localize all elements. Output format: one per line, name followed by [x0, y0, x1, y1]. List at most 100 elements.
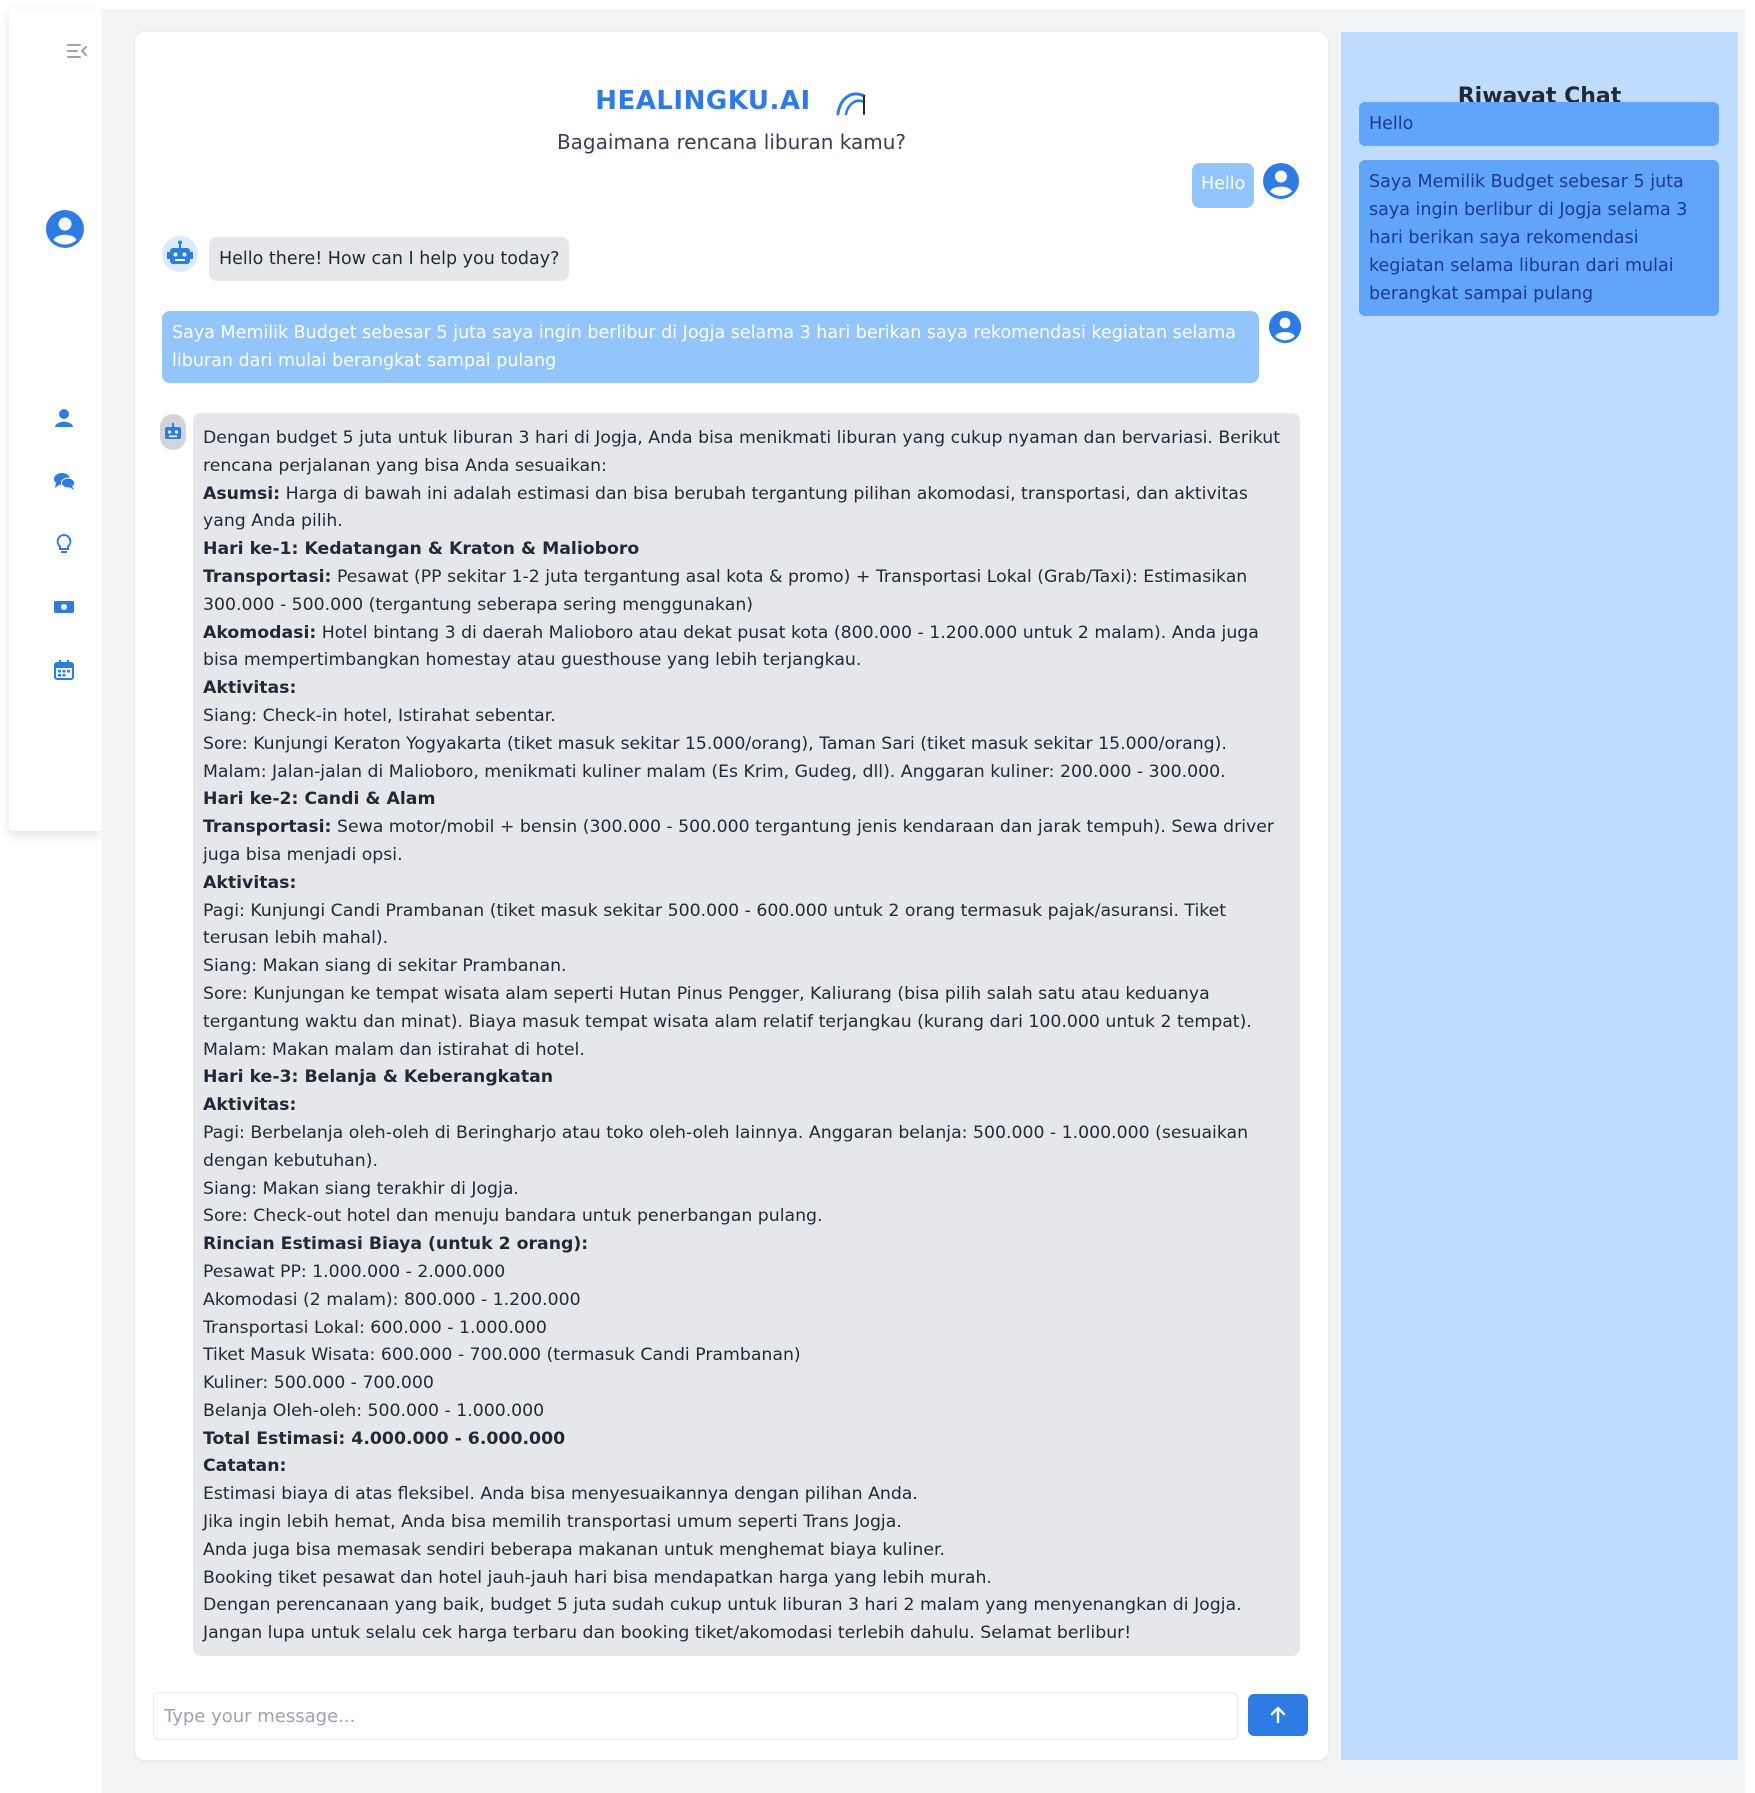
- response-line: Hari ke-1: Kedatangan & Kraton & Maliobo…: [203, 536, 1290, 564]
- user-avatar-icon: [1262, 162, 1300, 204]
- response-line-text: Transportasi Lokal: 600.000 - 1.000.000: [203, 1317, 547, 1338]
- brand: HEALINGKU.AI: [135, 84, 1328, 118]
- response-line: Hari ke-3: Belanja & Keberangkatan: [203, 1064, 1290, 1092]
- message-input[interactable]: [153, 1692, 1238, 1740]
- response-line-text: Pesawat (PP sekitar 1-2 juta tergantung …: [203, 566, 1248, 615]
- history-item[interactable]: Hello: [1359, 102, 1719, 146]
- user-icon: [55, 409, 73, 427]
- response-line-heading: Akomodasi:: [203, 622, 317, 643]
- response-line-text: Siang: Check-in hotel, Istirahat sebenta…: [203, 705, 556, 726]
- bot-avatar-icon: [160, 414, 186, 454]
- sidebar-item-budget[interactable]: [53, 596, 75, 618]
- response-line: Dengan budget 5 juta untuk liburan 3 har…: [203, 425, 1290, 481]
- response-line: Dengan perencanaan yang baik, budget 5 j…: [203, 1592, 1290, 1648]
- response-line-text: Kuliner: 500.000 - 700.000: [203, 1373, 434, 1394]
- response-line: Catatan:: [203, 1453, 1290, 1481]
- response-line: Estimasi biaya di atas fleksibel. Anda b…: [203, 1481, 1290, 1509]
- response-line-text: Belanja Oleh-oleh: 500.000 - 1.000.000: [203, 1400, 545, 1421]
- send-button[interactable]: [1248, 1694, 1308, 1736]
- response-line: Hari ke-2: Candi & Alam: [203, 786, 1290, 814]
- message-composer: [153, 1692, 1308, 1740]
- response-line: Sore: Kunjungan ke tempat wisata alam se…: [203, 981, 1290, 1037]
- response-line-text: Dengan budget 5 juta untuk liburan 3 har…: [203, 428, 1280, 476]
- response-line-heading: Catatan:: [203, 1456, 287, 1477]
- money-icon: [54, 601, 74, 613]
- response-line: Aktivitas:: [203, 870, 1290, 898]
- response-line-heading: Aktivitas:: [203, 872, 297, 893]
- arrow-up-icon: [1270, 1706, 1286, 1724]
- response-line-text: Malam: Jalan-jalan di Malioboro, menikma…: [203, 761, 1226, 782]
- user-message: Saya Memilik Budget sebesar 5 juta saya …: [162, 311, 1259, 383]
- response-line-text: Harga di bawah ini adalah estimasi dan b…: [203, 483, 1248, 532]
- menu-collapse-icon[interactable]: [66, 42, 88, 60]
- response-line: Asumsi: Harga di bawah ini adalah estima…: [203, 481, 1290, 537]
- user-avatar-icon: [1268, 310, 1302, 348]
- response-line-text: Pesawat PP: 1.000.000 - 2.000.000: [203, 1261, 506, 1282]
- response-line: Sore: Kunjungi Keraton Yogyakarta (tiket…: [203, 731, 1290, 759]
- response-line-text: Sore: Kunjungi Keraton Yogyakarta (tiket…: [203, 733, 1227, 754]
- sidebar-item-chat[interactable]: [53, 470, 75, 492]
- response-line-text: Malam: Makan malam dan istirahat di hote…: [203, 1039, 585, 1060]
- response-line: Jika ingin lebih hemat, Anda bisa memili…: [203, 1509, 1290, 1537]
- response-line-heading: Aktivitas:: [203, 1095, 297, 1116]
- response-line-heading: Rincian Estimasi Biaya (untuk 2 orang):: [203, 1234, 589, 1255]
- response-line-heading: Total Estimasi: 4.000.000 - 6.000.000: [203, 1428, 566, 1449]
- response-line-heading: Aktivitas:: [203, 678, 297, 699]
- response-line: Sore: Check-out hotel dan menuju bandara…: [203, 1203, 1290, 1231]
- response-line: Rincian Estimasi Biaya (untuk 2 orang):: [203, 1231, 1290, 1259]
- lightbulb-icon: [56, 533, 72, 553]
- response-line-text: Sore: Kunjungan ke tempat wisata alam se…: [203, 983, 1252, 1032]
- response-line-text: Siang: Makan siang terakhir di Jogja.: [203, 1178, 519, 1199]
- response-line: Kuliner: 500.000 - 700.000: [203, 1370, 1290, 1398]
- sidebar: [9, 9, 102, 831]
- response-line: Total Estimasi: 4.000.000 - 6.000.000: [203, 1426, 1290, 1454]
- response-line: Akomodasi (2 malam): 800.000 - 1.200.000: [203, 1287, 1290, 1315]
- response-line-heading: Asumsi:: [203, 483, 281, 504]
- response-line-heading: Transportasi:: [203, 817, 332, 838]
- response-line: Tiket Masuk Wisata: 600.000 - 700.000 (t…: [203, 1342, 1290, 1370]
- calendar-icon: [54, 660, 74, 680]
- response-line-text: Jika ingin lebih hemat, Anda bisa memili…: [203, 1512, 902, 1533]
- response-line: Akomodasi: Hotel bintang 3 di daerah Mal…: [203, 620, 1290, 676]
- response-line-text: Anda juga bisa memasak sendiri beberapa …: [203, 1539, 945, 1560]
- history-item[interactable]: Saya Memilik Budget sebesar 5 juta saya …: [1359, 160, 1719, 316]
- response-line-text: Pagi: Berbelanja oleh-oleh di Beringharj…: [203, 1122, 1249, 1171]
- response-line: Malam: Jalan-jalan di Malioboro, menikma…: [203, 759, 1290, 787]
- response-line: Malam: Makan malam dan istirahat di hote…: [203, 1037, 1290, 1065]
- response-line-text: Sore: Check-out hotel dan menuju bandara…: [203, 1206, 823, 1227]
- user-message: Hello: [1192, 163, 1255, 208]
- response-line: Transportasi: Sewa motor/mobil + bensin …: [203, 814, 1290, 870]
- response-line: Pagi: Kunjungi Candi Prambanan (tiket ma…: [203, 898, 1290, 954]
- logo-icon: [834, 84, 868, 118]
- sidebar-item-ideas[interactable]: [53, 533, 75, 555]
- response-line-text: Siang: Makan siang di sekitar Prambanan.: [203, 956, 567, 977]
- bot-message: Hello there! How can I help you today?: [209, 237, 570, 281]
- bot-response-message: Dengan budget 5 juta untuk liburan 3 har…: [193, 413, 1300, 1656]
- response-line-heading: Transportasi:: [203, 566, 332, 587]
- response-line: Siang: Makan siang di sekitar Prambanan.: [203, 953, 1290, 981]
- response-line: Pesawat PP: 1.000.000 - 2.000.000: [203, 1259, 1290, 1287]
- response-line-text: Hotel bintang 3 di daerah Malioboro atau…: [203, 622, 1259, 671]
- response-line-text: Pagi: Kunjungi Candi Prambanan (tiket ma…: [203, 900, 1227, 949]
- response-line: Transportasi: Pesawat (PP sekitar 1-2 ju…: [203, 564, 1290, 620]
- response-line-heading: Hari ke-2: Candi & Alam: [203, 789, 436, 810]
- response-line: Booking tiket pesawat dan hotel jauh-jau…: [203, 1565, 1290, 1593]
- response-line: Siang: Check-in hotel, Istirahat sebenta…: [203, 703, 1290, 731]
- response-line-text: Akomodasi (2 malam): 800.000 - 1.200.000: [203, 1289, 581, 1310]
- sidebar-item-profile[interactable]: [53, 407, 75, 429]
- response-line: Pagi: Berbelanja oleh-oleh di Beringharj…: [203, 1120, 1290, 1176]
- bot-avatar-icon: [161, 235, 199, 277]
- response-line-heading: Hari ke-1: Kedatangan & Kraton & Maliobo…: [203, 539, 640, 560]
- page-subtitle: Bagaimana rencana liburan kamu?: [556, 130, 907, 154]
- response-line-text: Estimasi biaya di atas fleksibel. Anda b…: [203, 1484, 918, 1505]
- response-line-text: Dengan perencanaan yang baik, budget 5 j…: [203, 1595, 1242, 1644]
- response-line: Transportasi Lokal: 600.000 - 1.000.000: [203, 1315, 1290, 1343]
- response-line: Aktivitas:: [203, 1092, 1290, 1120]
- user-circle-icon[interactable]: [45, 209, 85, 249]
- response-line: Siang: Makan siang terakhir di Jogja.: [203, 1176, 1290, 1204]
- response-line: Belanja Oleh-oleh: 500.000 - 1.000.000: [203, 1398, 1290, 1426]
- response-line-heading: Hari ke-3: Belanja & Keberangkatan: [203, 1067, 554, 1088]
- response-line-text: Tiket Masuk Wisata: 600.000 - 700.000 (t…: [203, 1345, 801, 1366]
- app-title: HEALINGKU.AI: [595, 86, 811, 116]
- sidebar-item-calendar[interactable]: [53, 659, 75, 681]
